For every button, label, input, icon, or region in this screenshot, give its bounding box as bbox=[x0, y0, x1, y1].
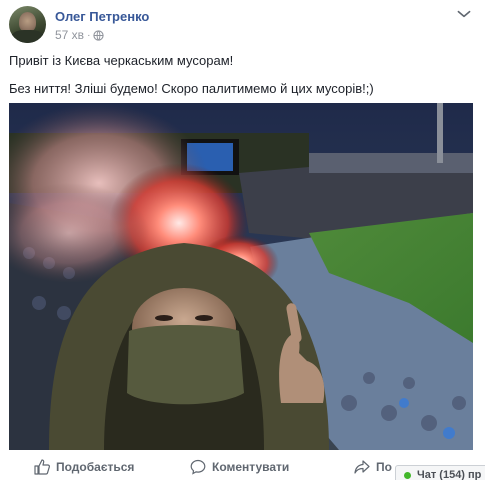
share-label: По bbox=[376, 460, 392, 474]
like-label: Подобається bbox=[56, 460, 135, 474]
globe-icon[interactable] bbox=[93, 29, 105, 41]
post-text: Привіт із Києва черкаським мусорам! Без … bbox=[9, 52, 474, 108]
like-button[interactable]: Подобається bbox=[34, 458, 134, 476]
post-header: Олег Петренко 57 хв · bbox=[9, 6, 479, 46]
thumbs-up-icon bbox=[34, 459, 50, 475]
online-status-icon bbox=[404, 471, 411, 479]
comment-button[interactable]: Коментувати bbox=[190, 458, 289, 476]
post-meta: 57 хв · bbox=[55, 28, 105, 42]
chat-tab[interactable]: Чат (154) пр bbox=[395, 465, 485, 480]
more-options-icon[interactable] bbox=[453, 6, 475, 22]
post-timestamp[interactable]: 57 хв bbox=[55, 28, 84, 42]
post-text-line: Привіт із Києва черкаським мусорам! bbox=[9, 53, 234, 68]
share-button[interactable]: По bbox=[354, 458, 392, 476]
comment-icon bbox=[190, 459, 206, 475]
post-text-line: Без ниття! Зліші будемо! Скоро палитимем… bbox=[9, 81, 374, 96]
author-name[interactable]: Олег Петренко bbox=[55, 9, 149, 24]
post-photo[interactable] bbox=[9, 103, 473, 450]
feed-post: Олег Петренко 57 хв · Привіт із Києва че… bbox=[0, 0, 485, 480]
meta-separator: · bbox=[87, 29, 91, 41]
chat-label: Чат (154) пр bbox=[417, 469, 482, 480]
author-avatar[interactable] bbox=[9, 6, 46, 43]
share-icon bbox=[354, 460, 370, 474]
comment-label: Коментувати bbox=[212, 460, 290, 474]
stadium-photo bbox=[9, 103, 473, 450]
